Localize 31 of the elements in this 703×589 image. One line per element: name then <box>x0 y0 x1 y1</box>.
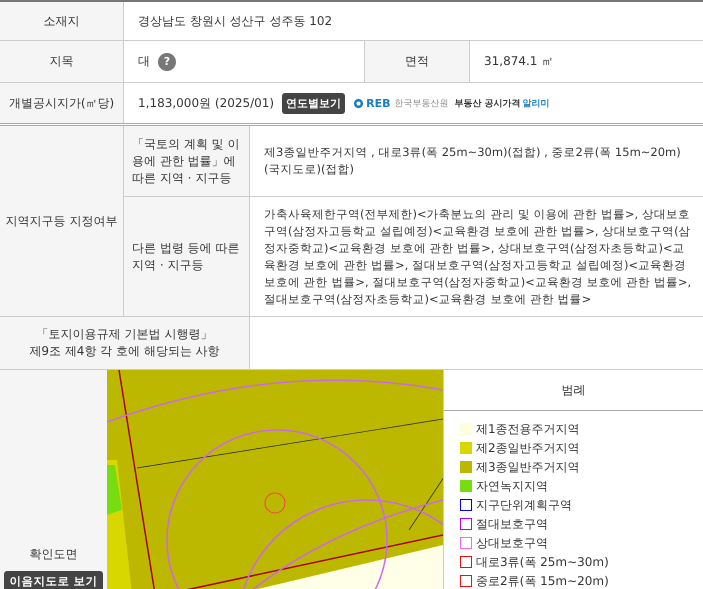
field-label: 면적 <box>405 53 429 70</box>
legend-label: 자연녹지지역 <box>476 478 548 494</box>
field-label: 「국토의 계획 및 이용에 관한 법률」에 따른 지역 · 지구등 <box>132 136 240 186</box>
field-label: 소재지 <box>44 12 80 30</box>
field-label: 지역지구등 지정여부 <box>6 212 118 230</box>
address-text: 경상남도 창원시 성산구 성주동 102 <box>138 12 332 30</box>
area-text: 31,874.1 ㎡ <box>484 53 554 70</box>
legend-label: 대로3류(폭 25m~30m) <box>476 554 609 570</box>
help-icon[interactable]: ? <box>158 52 176 70</box>
field-label: 개별공시지가(㎡당) <box>8 94 114 112</box>
legend-label: 절대보호구역 <box>476 516 548 532</box>
zoning-text: 가축사육제한구역(전부제한)<가축분뇨의 관리 및 이용에 관한 법률>, 상대보호구역(삼정자고등학교 설립예정)<교육환경 보호에 관한 법률>, 상대보호구역(삼정자중학교)<교육환경 보호에 관한 법률>, 상대보호구역(삼정자초등학교)<교육환경 보호에 관한 법률>, 절대보호구역(삼정자고등학교 설립예정)<교육환경 보호에 관한 법률>, 절대보호구역(삼정자중학교)<교육환경 보호에 관한 법률>, 절대보호구역(삼정자초등학교)<교육환경 보호에 관한 법률> <box>264 206 692 308</box>
legend-label: 중로2류(폭 15m~20m) <box>476 572 609 589</box>
legend-label: 상대보호구역 <box>476 534 548 552</box>
map-view-button[interactable]: 이음지도로 보기 <box>4 571 102 589</box>
zoning-text: 제3종일반주거지역 , 대로3류(폭 25m~30m)(접합) , 중로2류(폭 15m~20m)(국지도로)(접합) <box>264 144 682 178</box>
field-label: 확인도면 <box>30 546 78 563</box>
legend-label: 제3종일반주거지역 <box>476 458 580 476</box>
legend-label: 제1종전용주거지역 <box>476 420 580 438</box>
yearly-view-button[interactable]: 연도별보기 <box>282 92 346 114</box>
price-alert-link[interactable]: REB 한국부동산원 부동산 공시가격 알리미 <box>353 96 550 110</box>
field-label: 다른 법령 등에 따른 지역 · 지구등 <box>132 240 240 274</box>
legend-title: 범례 <box>562 382 586 398</box>
field-label: 지목 <box>50 53 74 70</box>
circle-logo-icon <box>353 98 364 108</box>
price-text: 1,183,000원 (2025/01) <box>138 94 274 112</box>
field-label: 제9조 제4항 각 호에 해당되는 사항 <box>29 343 220 360</box>
legend-label: 제2종일반주거지역 <box>476 440 580 456</box>
field-label: 「토지이용규제 기본법 시행령」 <box>36 326 212 343</box>
legend-label: 지구단위계획구역 <box>476 496 572 514</box>
land-category-text: 대 <box>138 53 150 70</box>
